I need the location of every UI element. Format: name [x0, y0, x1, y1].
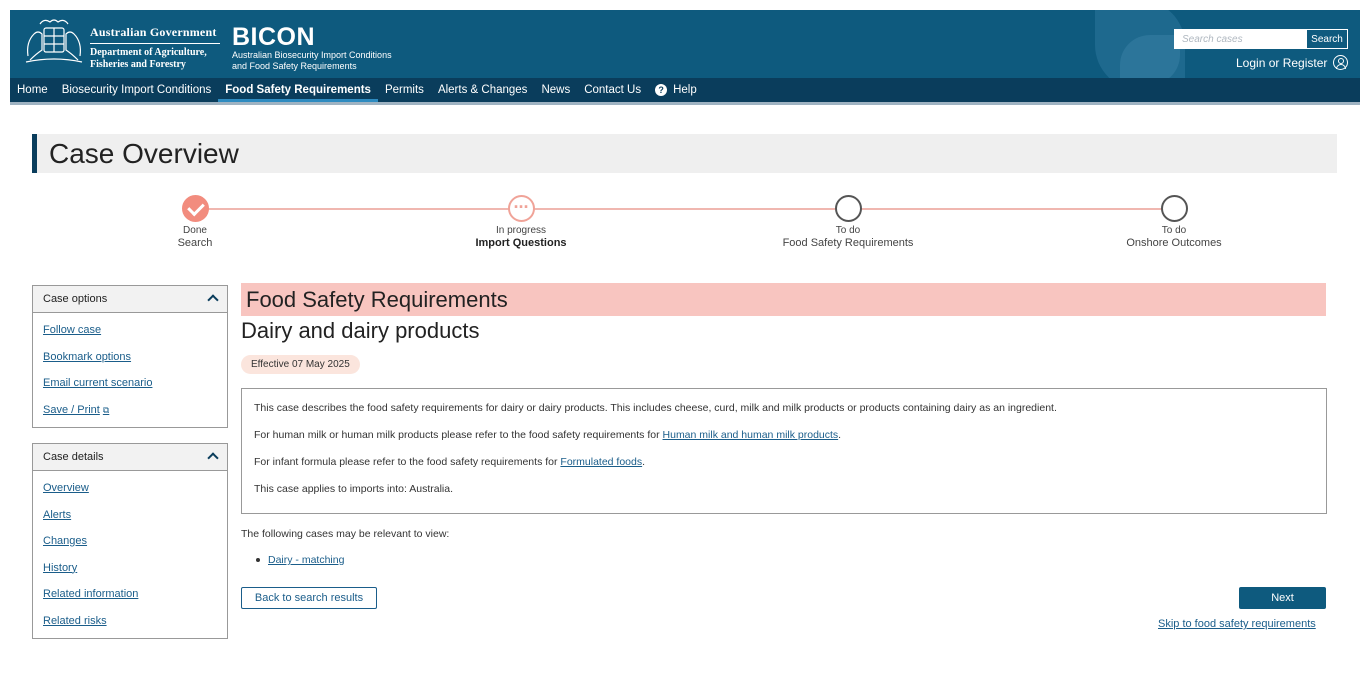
login-label: Login or Register: [1236, 55, 1328, 70]
nav-home[interactable]: Home: [10, 78, 55, 102]
dairy-matching-link[interactable]: Dairy - matching: [268, 554, 344, 566]
app-subtitle-line1: Australian Biosecurity Import Conditions: [232, 50, 392, 60]
step-name: Food Safety Requirements: [782, 237, 914, 249]
description-paragraph: For human milk or human milk products pl…: [254, 429, 1314, 441]
app-subtitle: Australian Biosecurity Import Conditions…: [232, 50, 432, 72]
step-in-progress-icon: [507, 195, 535, 222]
step-import-questions[interactable]: In progress Import Questions: [421, 195, 621, 250]
case-details-header[interactable]: Case details: [33, 444, 227, 471]
nav-help[interactable]: ? Help: [648, 78, 704, 102]
desc-text: .: [642, 456, 646, 468]
gov-divider: [90, 43, 220, 44]
related-risks-link[interactable]: Related risks: [33, 608, 227, 635]
step-name: Onshore Outcomes: [1126, 237, 1222, 249]
chevron-up-icon: [207, 452, 219, 464]
related-cases-intro: The following cases may be relevant to v…: [241, 528, 450, 540]
step-food-safety-requirements[interactable]: To do Food Safety Requirements: [748, 195, 948, 250]
search-button[interactable]: Search: [1306, 29, 1348, 49]
back-to-search-button[interactable]: Back to search results: [241, 587, 377, 609]
nav-shadow: [10, 102, 1360, 105]
government-branding[interactable]: Australian Government Department of Agri…: [90, 25, 220, 71]
case-details-panel: Case details Overview Alerts Changes His…: [32, 443, 228, 639]
email-scenario-link[interactable]: Email current scenario: [33, 370, 227, 397]
user-icon: [1333, 55, 1349, 70]
follow-case-link[interactable]: Follow case: [33, 317, 227, 344]
case-description: This case describes the food safety requ…: [241, 388, 1327, 514]
step-done-icon: [181, 195, 209, 222]
department-name-line1: Department of Agriculture,: [90, 47, 207, 58]
description-paragraph: For infant formula please refer to the f…: [254, 456, 1314, 468]
case-options-panel: Case options Follow case Bookmark option…: [32, 285, 228, 428]
description-paragraph: This case describes the food safety requ…: [254, 402, 1057, 414]
description-paragraph: This case applies to imports into: Austr…: [254, 483, 454, 495]
step-name: Import Questions: [475, 237, 567, 249]
nav-biosecurity-import-conditions[interactable]: Biosecurity Import Conditions: [55, 78, 219, 102]
related-information-link[interactable]: Related information: [33, 581, 227, 608]
step-todo-icon: [834, 195, 862, 222]
step-status: To do: [835, 225, 861, 236]
help-icon: ?: [655, 84, 668, 96]
nav-food-safety-requirements[interactable]: Food Safety Requirements: [218, 78, 378, 102]
coat-of-arms-icon: [25, 19, 83, 63]
nav-alerts-changes[interactable]: Alerts & Changes: [431, 78, 535, 102]
nav-contact-us[interactable]: Contact Us: [577, 78, 648, 102]
bullet-icon: [256, 558, 260, 563]
save-print-label: Save / Print: [43, 403, 100, 416]
nav-news[interactable]: News: [534, 78, 577, 102]
nav-help-label: Help: [673, 84, 697, 96]
site-header: Australian Government Department of Agri…: [10, 10, 1360, 78]
chevron-up-icon: [207, 294, 219, 306]
case-details-title: Case details: [43, 451, 104, 463]
list-item: Dairy - matching: [256, 554, 344, 566]
step-status: In progress: [495, 225, 547, 236]
desc-text: .: [838, 429, 842, 441]
case-subtitle: Dairy and dairy products: [241, 318, 480, 343]
next-button[interactable]: Next: [1239, 587, 1326, 609]
external-link-icon: ⧉: [102, 404, 110, 415]
desc-text: For infant formula please refer to the f…: [254, 456, 561, 468]
page-title: Case Overview: [32, 134, 1337, 173]
main-nav: Home Biosecurity Import Conditions Food …: [10, 78, 1360, 102]
history-link[interactable]: History: [33, 555, 227, 582]
alerts-link[interactable]: Alerts: [33, 502, 227, 529]
step-onshore-outcomes[interactable]: To do Onshore Outcomes: [1074, 195, 1274, 250]
overview-link[interactable]: Overview: [33, 475, 227, 502]
section-banner: Food Safety Requirements: [241, 283, 1326, 316]
gov-name: Australian Government: [90, 25, 217, 39]
formulated-foods-link[interactable]: Formulated foods: [560, 456, 642, 468]
progress-track: [195, 208, 1175, 210]
department-name-line2: Fisheries and Forestry: [90, 59, 186, 70]
effective-date-badge: Effective 07 May 2025: [241, 355, 360, 374]
step-name: Search: [177, 237, 213, 249]
human-milk-link[interactable]: Human milk and human milk products: [663, 429, 839, 441]
step-status: To do: [1161, 225, 1187, 236]
login-link[interactable]: Login or Register: [1236, 55, 1349, 70]
changes-link[interactable]: Changes: [33, 528, 227, 555]
skip-to-food-safety-link[interactable]: Skip to food safety requirements: [1158, 618, 1316, 630]
app-title[interactable]: BICON: [232, 23, 315, 52]
save-print-link[interactable]: Save / Print ⧉: [33, 397, 227, 424]
step-todo-icon: [1160, 195, 1188, 222]
desc-text: For human milk or human milk products pl…: [254, 429, 663, 441]
case-options-header[interactable]: Case options: [33, 286, 227, 313]
step-status: Done: [183, 225, 207, 236]
bookmark-options-link[interactable]: Bookmark options: [33, 344, 227, 371]
step-search[interactable]: Done Search: [95, 195, 295, 250]
search-input[interactable]: [1174, 29, 1306, 49]
app-subtitle-line2: and Food Safety Requirements: [232, 61, 357, 71]
case-options-title: Case options: [43, 293, 108, 305]
nav-permits[interactable]: Permits: [378, 78, 431, 102]
